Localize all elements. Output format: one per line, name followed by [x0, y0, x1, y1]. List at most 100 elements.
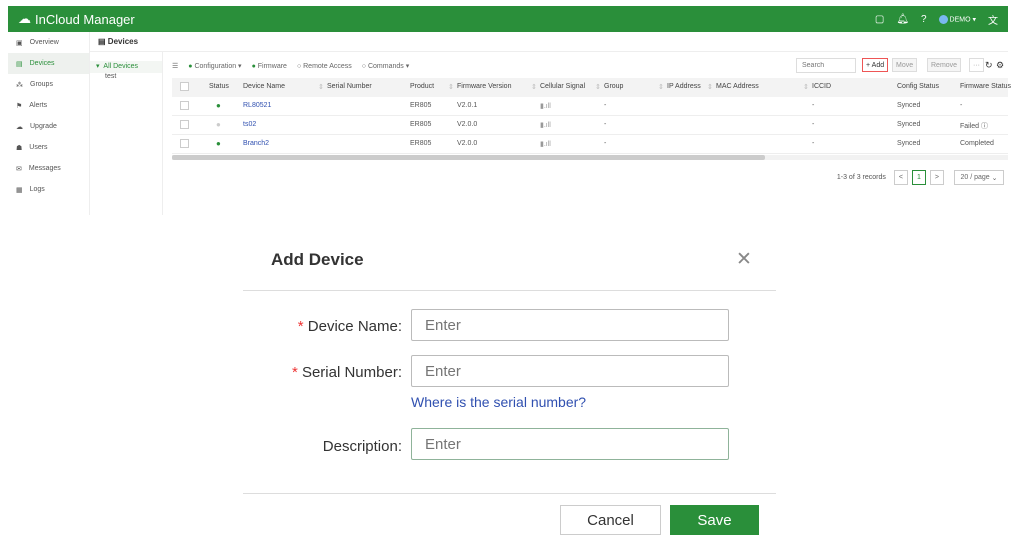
device-name-link[interactable]: Branch2	[243, 140, 269, 147]
sidebar-item-label: Messages	[28, 165, 61, 172]
configuration-menu[interactable]: ● Configuration ▾	[188, 62, 241, 70]
search-input[interactable]	[796, 58, 856, 73]
sidebar-item-messages[interactable]: ✉ Messages	[8, 158, 89, 179]
column-header-status[interactable]: Status	[209, 83, 229, 90]
remote-access-button[interactable]: ○ Remote Access	[297, 63, 352, 70]
help-icon[interactable]: ?	[921, 14, 927, 25]
horizontal-scrollbar[interactable]	[172, 155, 1008, 160]
column-toggle-icon[interactable]: ☰	[172, 62, 178, 70]
prev-page-button[interactable]: <	[893, 170, 908, 185]
close-icon[interactable]: ✕	[736, 248, 752, 271]
cell-config: Synced	[897, 121, 921, 128]
cell-signal: ▮.ıll	[540, 141, 551, 148]
cell-group: -	[604, 140, 607, 147]
sort-icon[interactable]: ⇕	[448, 83, 454, 91]
app-logo[interactable]: ☁ InCloud Manager	[18, 11, 135, 27]
table-row: ● Branch2 ER805 V2.0.0 ▮.ıll - - Synced Complete…	[172, 135, 1008, 154]
sidebar-item-groups[interactable]: ⁂ Groups	[8, 74, 89, 95]
cell-fw_status: -	[960, 102, 963, 109]
row-checkbox[interactable]	[180, 120, 189, 129]
bell-icon[interactable]: 🔔︎	[896, 14, 909, 25]
more-button[interactable]: ···	[969, 58, 984, 72]
serial-number-label: * Serial Number:	[291, 364, 402, 381]
column-header-mac-address[interactable]: MAC Address	[716, 83, 759, 90]
sort-icon[interactable]: ⇕	[658, 83, 664, 91]
sidebar-item-devices[interactable]: ▤ Devices	[8, 53, 89, 74]
top-bar: ☁ InCloud Manager ▢ 🔔︎ ? DEMO ▾ 文	[8, 6, 1008, 32]
sort-icon[interactable]: ⇕	[707, 83, 713, 91]
page-1-button[interactable]: 1	[912, 170, 926, 185]
sort-icon[interactable]: ⇕	[531, 83, 537, 91]
column-header-firmware-version[interactable]: Firmware Version	[457, 83, 511, 90]
device-name-input[interactable]	[411, 309, 729, 341]
tree-item-all-devices[interactable]: ▾ All Devices	[90, 61, 162, 73]
column-header-ip-address[interactable]: IP Address	[667, 83, 701, 90]
tree-item-test[interactable]: test	[90, 73, 162, 80]
row-checkbox[interactable]	[180, 101, 189, 110]
commands-menu[interactable]: ○ Commands ▾	[362, 62, 409, 70]
sidebar-item-upgrade[interactable]: ☁ Upgrade	[8, 116, 89, 137]
next-page-button[interactable]: >	[929, 170, 944, 185]
sidebar-item-overview[interactable]: ▣ Overview	[8, 32, 89, 53]
cloud-icon: ☁	[18, 11, 31, 26]
remove-button[interactable]: Remove	[927, 58, 962, 72]
cell-product: ER805	[410, 140, 432, 147]
sort-icon[interactable]: ⇕	[803, 83, 809, 91]
column-header-product[interactable]: Product	[410, 83, 434, 90]
gear-icon[interactable]: ⚙	[996, 60, 1004, 71]
sidebar-item-label: Logs	[29, 186, 45, 193]
sidebar-item-label: Overview	[29, 39, 59, 46]
cell-signal: ▮.ıll	[540, 122, 551, 129]
device-name-link[interactable]: ts02	[243, 121, 256, 128]
column-header-serial-number[interactable]: Serial Number	[327, 83, 372, 90]
column-header-group[interactable]: Group	[604, 83, 623, 90]
row-checkbox[interactable]	[180, 139, 189, 148]
sidebar-item-label: Devices	[29, 60, 55, 67]
select-all-checkbox[interactable]	[180, 82, 189, 91]
add-button[interactable]: + Add	[862, 58, 889, 72]
column-header-device-name[interactable]: Device Name	[243, 83, 285, 90]
divider	[243, 290, 776, 291]
column-header-config-status[interactable]: Config Status	[897, 83, 939, 90]
sort-icon[interactable]: ⇕	[318, 83, 324, 91]
column-header-firmware-status[interactable]: Firmware Status	[960, 83, 1011, 90]
cell-group: -	[604, 121, 607, 128]
cell-signal: ▮.ıll	[540, 103, 551, 110]
avatar	[938, 15, 948, 24]
document-icon[interactable]: ▢	[875, 14, 884, 25]
page-size-select[interactable]: 20 / page ⌄	[954, 170, 1004, 185]
cell-iccid: -	[812, 102, 815, 109]
save-button[interactable]: Save	[670, 505, 759, 535]
sidebar-item-users[interactable]: ☗ Users	[8, 137, 89, 158]
column-header-iccid[interactable]: ICCID	[812, 83, 831, 90]
sidebar-item-logs[interactable]: ▦ Logs	[8, 179, 89, 200]
table-row: ● ts02 ER805 V2.0.0 ▮.ıll - - Synced Failed ⓘ	[172, 116, 1008, 135]
refresh-icon[interactable]: ↻	[985, 60, 993, 71]
app-title: InCloud Manager	[35, 11, 135, 27]
group-tree: ▾ All Devices test	[90, 52, 163, 215]
language-icon[interactable]: 文	[988, 12, 998, 27]
column-header-cellular-signal[interactable]: Cellular Signal	[540, 83, 585, 90]
description-input[interactable]	[411, 428, 729, 460]
status-dot: ●	[216, 101, 221, 110]
cell-fw_status: Completed	[960, 140, 994, 147]
dialog-title: Add Device	[271, 250, 364, 269]
cell-fw_status: Failed ⓘ	[960, 123, 989, 130]
sidebar: ▣ Overview ▤ Devices ⁂ Groups ⚑ Alerts ☁ Upgrade ☗…	[8, 32, 90, 215]
move-button[interactable]: Move	[892, 58, 918, 72]
device-name-label: * Device Name:	[297, 318, 402, 335]
devices-icon: ▤	[16, 60, 23, 68]
sort-icon[interactable]: ⇕	[595, 83, 601, 91]
serial-help-link[interactable]: Where is the serial number?	[411, 394, 586, 410]
firmware-button[interactable]: ● Firmware	[252, 63, 287, 70]
cancel-button[interactable]: Cancel	[560, 505, 661, 535]
cell-firmware: V2.0.0	[457, 121, 478, 128]
user-menu[interactable]: DEMO ▾	[938, 15, 976, 24]
serial-number-input[interactable]	[411, 355, 729, 387]
device-name-link[interactable]: RL80521	[243, 102, 271, 109]
cell-config: Synced	[897, 102, 921, 109]
cell-product: ER805	[410, 121, 432, 128]
cell-config: Synced	[897, 140, 921, 147]
sidebar-item-label: Upgrade	[30, 123, 57, 130]
sidebar-item-alerts[interactable]: ⚑ Alerts	[8, 95, 89, 116]
